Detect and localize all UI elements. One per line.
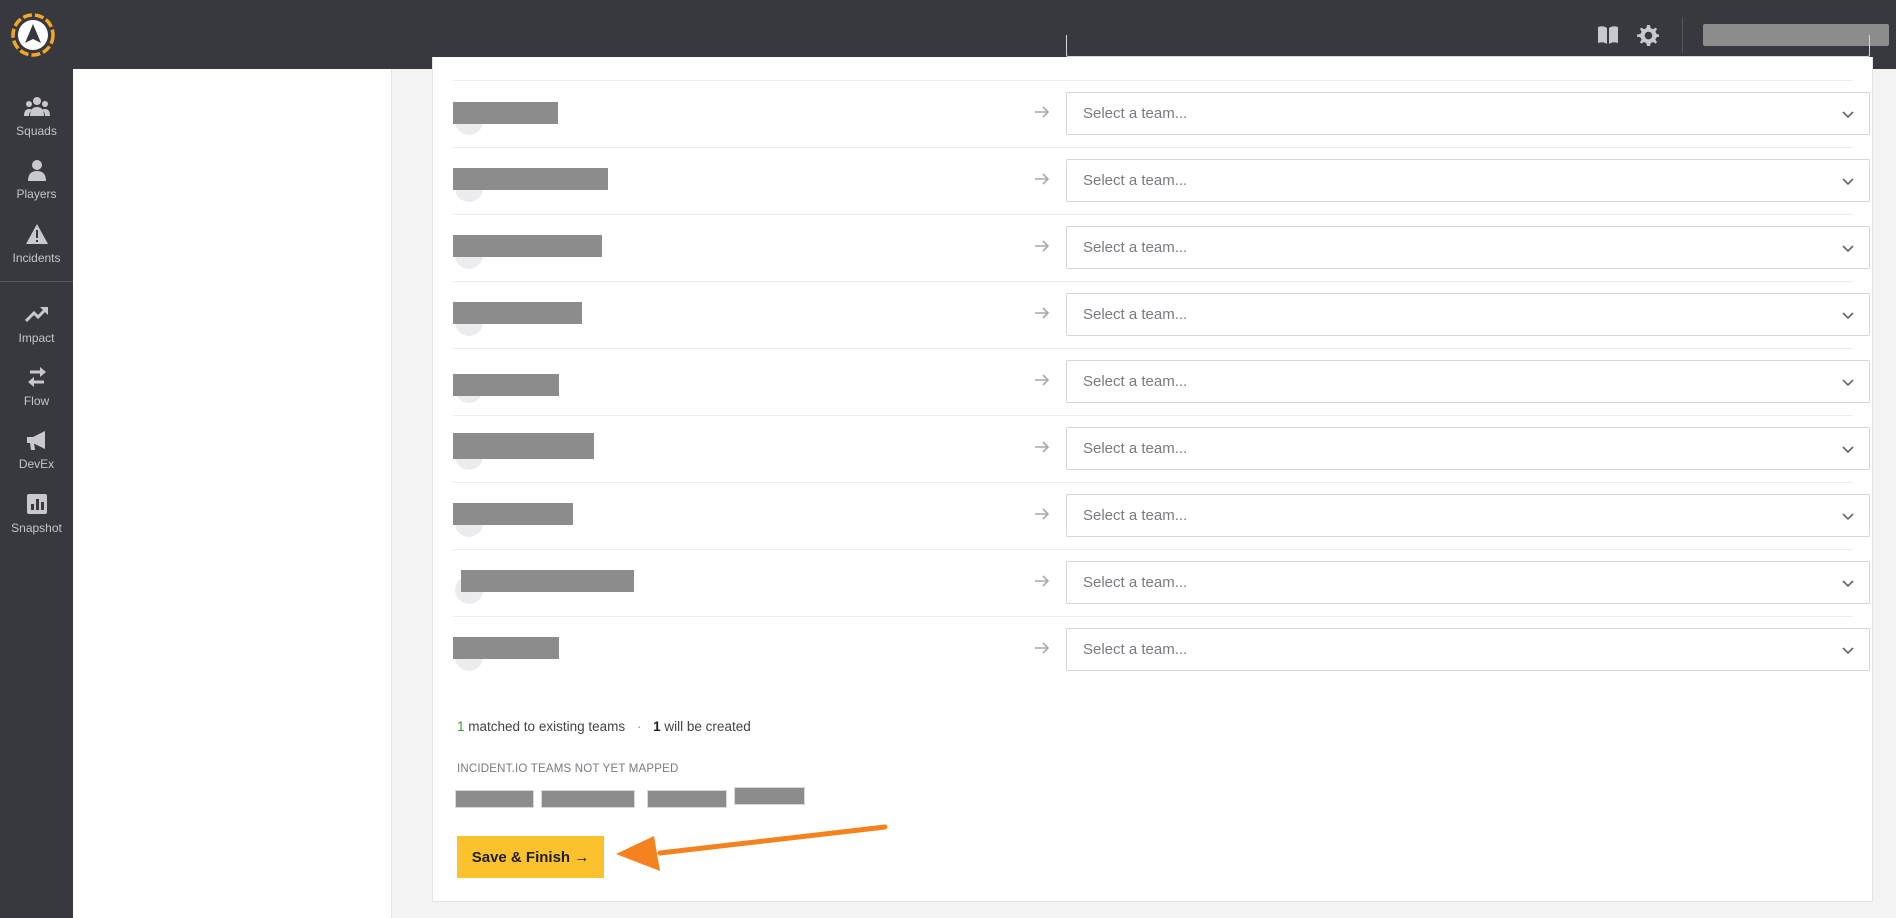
created-count: 1: [653, 719, 661, 734]
arrow-right-icon: [1033, 237, 1051, 255]
team-select-value: Select a team...: [1083, 507, 1188, 524]
unmapped-team-chip: [647, 790, 727, 808]
person-icon: [24, 157, 50, 183]
unmapped-team-chip: [455, 790, 534, 808]
team-select-value: Select a team...: [1083, 440, 1188, 457]
nav-item-squads[interactable]: Squads: [0, 94, 73, 148]
team-select-value: Select a team...: [1083, 306, 1188, 323]
nav-item-incidents[interactable]: Incidents: [0, 221, 73, 275]
team-select-value: Select a team...: [1083, 574, 1188, 591]
bar-chart-icon: [24, 491, 50, 517]
team-select-value: Select a team...: [1083, 105, 1188, 122]
team-select[interactable]: Select a team...: [1066, 360, 1870, 403]
arrow-right-icon: [1033, 572, 1051, 590]
table-row: Select a team...: [453, 148, 1870, 215]
nav-item-snapshot[interactable]: Snapshot: [0, 491, 73, 545]
chevron-down-icon: [1841, 442, 1855, 456]
source-team-name: [453, 374, 559, 396]
table-row: Select a team...: [453, 617, 1870, 684]
arrow-right-icon: [1033, 170, 1051, 188]
nav-item-impact[interactable]: Impact: [0, 301, 73, 355]
chevron-down-icon: [1841, 174, 1855, 188]
chevron-down-icon: [1841, 308, 1855, 322]
team-select[interactable]: Select a team...: [1066, 628, 1870, 671]
swap-arrows-icon: [24, 364, 50, 390]
team-mapping-card: Select a team... Select a team... Select…: [432, 35, 1873, 902]
team-select-value: Select a team...: [1083, 373, 1188, 390]
team-select[interactable]: [1066, 35, 1870, 57]
team-select[interactable]: Select a team...: [1066, 561, 1870, 604]
team-select[interactable]: Select a team...: [1066, 159, 1870, 202]
team-select-value: Select a team...: [1083, 172, 1188, 189]
source-team-name: [453, 235, 602, 257]
nav-item-devex[interactable]: DevEx: [0, 427, 73, 481]
nav-divider: [0, 281, 73, 282]
table-row: Select a team...: [453, 282, 1870, 349]
unmapped-teams-heading: INCIDENT.IO TEAMS NOT YET MAPPED: [457, 763, 679, 775]
nav-label: DevEx: [18, 457, 55, 471]
arrow-right-icon: [1033, 371, 1051, 389]
nav-label: Snapshot: [11, 521, 62, 535]
annotation-arrow: [616, 824, 888, 871]
team-select[interactable]: Select a team...: [1066, 226, 1870, 269]
nav-label: Incidents: [12, 251, 61, 265]
matched-text: matched to existing teams: [468, 719, 626, 734]
arrow-right-icon: [1033, 304, 1051, 322]
nav-label: Impact: [18, 331, 55, 345]
table-row: Select a team...: [453, 81, 1870, 148]
table-row: Select a team...: [453, 349, 1870, 416]
chevron-down-icon: [1841, 643, 1855, 657]
table-row: [453, 35, 1870, 81]
created-text: will be created: [664, 719, 751, 734]
chevron-down-icon: [1841, 509, 1855, 523]
unmapped-team-chip: [734, 787, 805, 805]
chevron-down-icon: [1841, 576, 1855, 590]
chevron-down-icon: [1841, 375, 1855, 389]
source-team-name: [453, 637, 559, 659]
team-select-value: Select a team...: [1083, 239, 1188, 256]
trend-icon: [24, 301, 50, 327]
team-select[interactable]: Select a team...: [1066, 92, 1870, 135]
nav-label: Flow: [23, 394, 50, 408]
squads-icon: [23, 94, 50, 120]
nav-item-players[interactable]: Players: [0, 157, 73, 211]
left-nav: Squads Players Incidents Impact Flow Dev…: [0, 69, 73, 918]
nav-item-flow[interactable]: Flow: [0, 364, 73, 418]
arrow-right-icon: [1033, 505, 1051, 523]
chevron-down-icon: [1841, 107, 1855, 121]
nav-label: Players: [16, 187, 57, 201]
nav-label: Squads: [16, 124, 57, 138]
table-row: Select a team...: [453, 483, 1870, 550]
table-row: Select a team...: [453, 550, 1870, 617]
secondary-panel: [73, 69, 392, 918]
source-team-name: [453, 302, 582, 324]
chevron-down-icon: [1841, 241, 1855, 255]
mapping-summary: 1 matched to existing teams · 1 will be …: [457, 719, 751, 734]
summary-separator: ·: [636, 719, 642, 734]
team-select[interactable]: Select a team...: [1066, 494, 1870, 537]
arrow-right-icon: [1033, 103, 1051, 121]
table-row: Select a team...: [453, 416, 1870, 483]
source-team-name: [453, 168, 608, 190]
megaphone-icon: [24, 427, 50, 453]
arrow-right-icon: [1033, 639, 1051, 657]
team-select[interactable]: Select a team...: [1066, 427, 1870, 470]
warning-icon: [24, 221, 50, 247]
unmapped-team-chip: [541, 790, 635, 808]
source-team-name: [453, 102, 558, 124]
source-team-name: [453, 503, 573, 525]
table-row: Select a team...: [453, 215, 1870, 282]
source-team-name: [453, 433, 594, 459]
compass-logo-icon[interactable]: [10, 12, 56, 58]
source-team-name: [461, 570, 634, 592]
team-select[interactable]: Select a team...: [1066, 293, 1870, 336]
team-select-value: Select a team...: [1083, 641, 1188, 658]
matched-count: 1: [457, 719, 465, 734]
arrow-right-icon: [1033, 438, 1051, 456]
save-finish-button[interactable]: Save & Finish →: [457, 836, 604, 878]
